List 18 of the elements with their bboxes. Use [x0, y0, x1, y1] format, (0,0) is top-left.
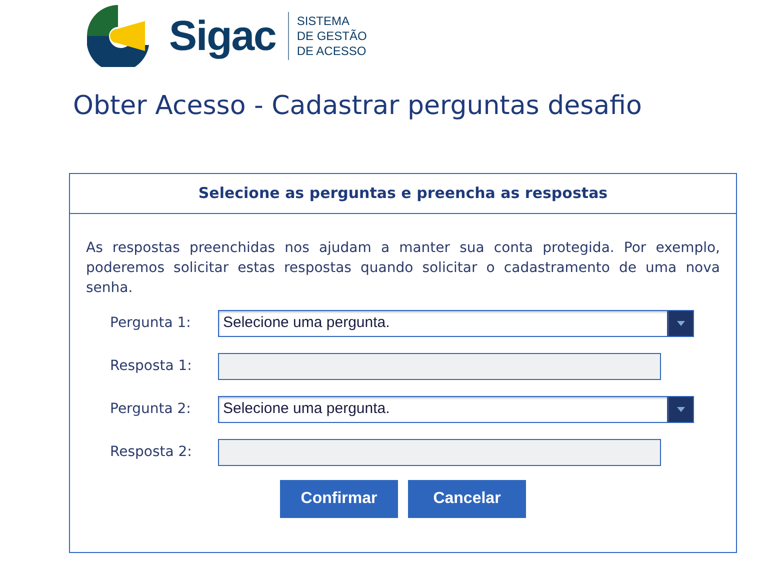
action-button[interactable]: Confirmar: [280, 480, 398, 518]
tagline-text: DE ACESSO: [296, 44, 367, 58]
logo-icon: [87, 5, 149, 67]
field-label: Pergunta 2:: [110, 400, 192, 419]
field-label: Resposta 2:: [110, 443, 193, 462]
dropdown-caret-icon[interactable]: [667, 311, 693, 336]
panel-heading: Selecione as perguntas e preencha as respostas: [198, 183, 608, 204]
question-dropdown[interactable]: Selecione uma pergunta.: [218, 310, 694, 337]
field-label: Pergunta 1:: [110, 314, 192, 333]
field-label: Resposta 1:: [110, 357, 193, 376]
dropdown-caret-icon[interactable]: [667, 397, 693, 422]
action-button[interactable]: Cancelar: [408, 480, 526, 518]
tagline-text: SISTEMA: [296, 14, 350, 28]
intro-text: As respostas preenchidas nos ajudam a manter sua conta protegida. Por exemplo, poderemos solicitar estas respostas quando solicitar o cadastramento de uma nova senha.: [86, 239, 720, 298]
tagline-text: DE GESTÃO: [296, 28, 367, 44]
logo-text: Sigac: [169, 15, 276, 57]
question-dropdown[interactable]: Selecione uma pergunta.: [218, 396, 694, 423]
page-title: Obter Acesso - Cadastrar perguntas desafio: [73, 90, 643, 122]
